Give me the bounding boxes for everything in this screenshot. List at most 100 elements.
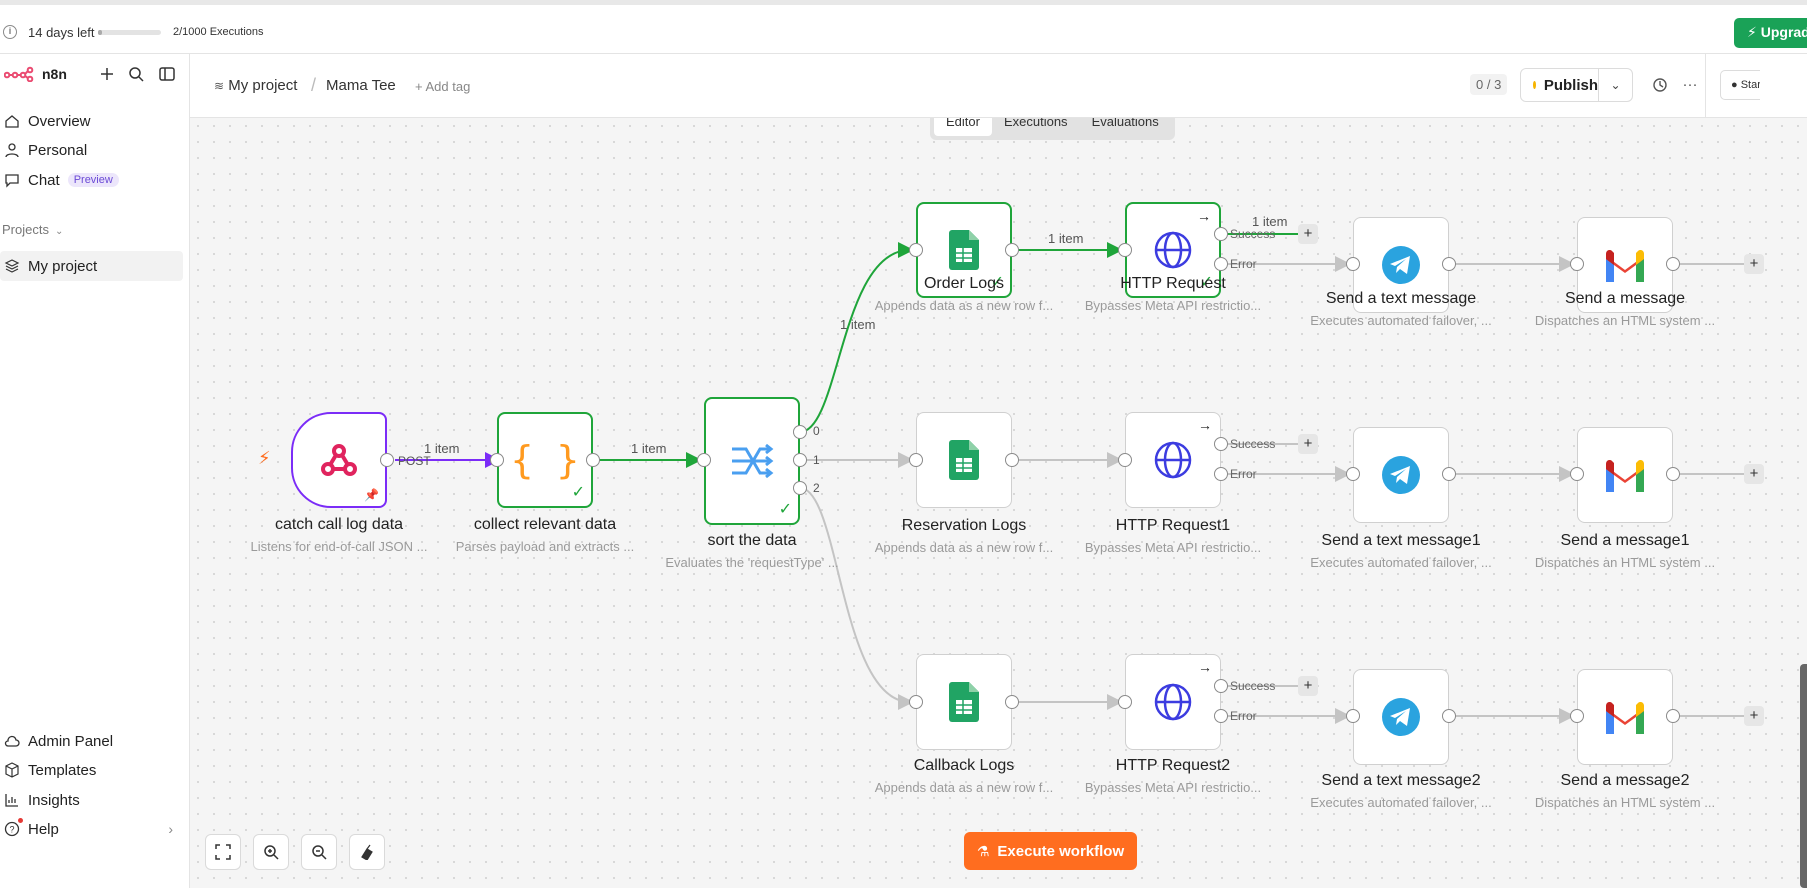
output-handle[interactable] [1005, 695, 1019, 709]
brand[interactable]: n8n [4, 66, 67, 82]
fit-view-button[interactable] [205, 834, 241, 870]
preview-badge: Preview [67, 173, 119, 187]
switch-output-label: 0 [813, 424, 820, 438]
node-subtitle: Appends data as a new row f... [874, 298, 1054, 313]
chevron-down-icon[interactable]: ⌄ [1599, 69, 1632, 101]
input-handle[interactable] [1118, 243, 1132, 257]
output-handle[interactable] [1005, 453, 1019, 467]
output-handle[interactable] [586, 453, 600, 467]
output-handle-0[interactable] [793, 425, 807, 439]
input-handle[interactable] [1346, 709, 1360, 723]
node-http-request1[interactable]: → [1125, 412, 1221, 508]
nav-insights[interactable]: Insights [0, 785, 183, 815]
node-send-a-text-message1[interactable] [1353, 427, 1449, 523]
nav-help[interactable]: ? Help › [0, 814, 183, 844]
search-icon[interactable] [125, 63, 147, 85]
node-send-a-text-message2[interactable] [1353, 669, 1449, 765]
trial-banner: i 14 days left 2/1000 Executions ⚡ Upgra… [0, 0, 1807, 54]
side-panel-handle[interactable] [1800, 664, 1807, 888]
nav-chat[interactable]: Chat Preview [0, 165, 183, 195]
output-handle[interactable] [1442, 467, 1456, 481]
workflow-canvas[interactable]: Editor Executions Evaluations 1 item POS… [190, 118, 1807, 888]
projects-section[interactable]: Projects ⌄ [2, 222, 63, 237]
output-handle-2[interactable] [793, 481, 807, 495]
success-handle[interactable] [1214, 679, 1228, 693]
gmail-icon [1606, 460, 1644, 492]
zoom-out-icon [312, 845, 327, 860]
brand-name: n8n [42, 66, 67, 82]
error-handle[interactable] [1214, 257, 1228, 271]
sidebar-toggle-icon[interactable] [156, 63, 178, 85]
input-handle[interactable] [1570, 709, 1584, 723]
more-options-icon[interactable]: ··· [1680, 76, 1700, 96]
node-sort-the-data[interactable]: ✓ [704, 397, 800, 525]
add-node-button[interactable]: + [1744, 706, 1764, 726]
node-reservation-logs[interactable] [916, 412, 1012, 508]
chevron-right-icon: › [168, 821, 173, 837]
input-handle[interactable] [490, 453, 504, 467]
node-subtitle: Dispatches an HTML system ... [1534, 555, 1716, 570]
output-handle[interactable] [1442, 257, 1456, 271]
error-handle[interactable] [1214, 467, 1228, 481]
input-handle[interactable] [1118, 453, 1132, 467]
nav-personal[interactable]: Personal [0, 135, 183, 165]
node-send-a-message1[interactable] [1577, 427, 1673, 523]
node-title: Callback Logs [913, 757, 1015, 774]
add-tag-button[interactable]: + Add tag [415, 79, 470, 94]
input-handle[interactable] [1570, 257, 1584, 271]
input-handle[interactable] [1346, 257, 1360, 271]
project-my-project[interactable]: My project [0, 251, 183, 281]
arrow-right-icon: → [1198, 417, 1212, 433]
code-braces-icon: { } [510, 438, 580, 482]
input-handle[interactable] [697, 453, 711, 467]
zoom-out-button[interactable] [301, 834, 337, 870]
add-node-button[interactable]: + [1298, 224, 1318, 244]
add-node-button[interactable]: + [1744, 254, 1764, 274]
add-node-button[interactable]: + [1744, 464, 1764, 484]
publish-button[interactable]: Publish [1521, 69, 1599, 101]
output-handle[interactable] [1666, 467, 1680, 481]
success-handle[interactable] [1214, 437, 1228, 451]
nav-admin-panel[interactable]: Admin Panel [0, 726, 183, 756]
upgrade-button[interactable]: ⚡ Upgrade [1734, 18, 1807, 48]
input-handle[interactable] [909, 243, 923, 257]
node-collect-relevant-data[interactable]: { } ✓ [497, 412, 593, 508]
error-handle[interactable] [1214, 709, 1228, 723]
node-title: Send a message1 [1560, 532, 1690, 549]
workflow-name[interactable]: Mama Tee [326, 77, 396, 94]
add-icon[interactable] [96, 63, 118, 85]
add-node-button[interactable]: + [1298, 434, 1318, 454]
input-handle[interactable] [1118, 695, 1132, 709]
node-callback-logs[interactable] [916, 654, 1012, 750]
history-icon[interactable] [1650, 76, 1670, 96]
workflow-header: ≋ My project / Mama Tee + Add tag 0 / 3 … [190, 54, 1807, 118]
output-handle-1[interactable] [793, 453, 807, 467]
success-handle[interactable] [1214, 227, 1228, 241]
node-send-a-message2[interactable] [1577, 669, 1673, 765]
add-node-button[interactable]: + [1298, 676, 1318, 696]
node-subtitle: Dispatches an HTML system ... [1534, 795, 1716, 810]
input-handle[interactable] [1570, 467, 1584, 481]
nav-overview[interactable]: Overview [0, 106, 183, 136]
output-handle[interactable] [380, 453, 394, 467]
output-handle[interactable] [1666, 257, 1680, 271]
input-handle[interactable] [909, 453, 923, 467]
node-http-request2[interactable]: → [1125, 654, 1221, 750]
nav-templates[interactable]: Templates [0, 755, 183, 785]
svg-text:?: ? [9, 825, 14, 835]
github-star-button[interactable]: ● Star [1720, 70, 1760, 100]
output-handle[interactable] [1005, 243, 1019, 257]
gmail-icon [1606, 702, 1644, 734]
breadcrumb-project[interactable]: ≋ My project [214, 77, 297, 94]
tidy-up-button[interactable] [349, 834, 385, 870]
execute-workflow-button[interactable]: ⚗ Execute workflow [964, 832, 1137, 870]
input-handle[interactable] [909, 695, 923, 709]
zoom-in-button[interactable] [253, 834, 289, 870]
flask-icon: ⚗ [976, 842, 990, 859]
node-catch-call-log-data[interactable]: 📌 [291, 412, 387, 508]
output-handle[interactable] [1442, 709, 1456, 723]
output-handle[interactable] [1666, 709, 1680, 723]
node-title: catch call log data [274, 516, 404, 533]
nav-admin-label: Admin Panel [28, 732, 114, 750]
input-handle[interactable] [1346, 467, 1360, 481]
